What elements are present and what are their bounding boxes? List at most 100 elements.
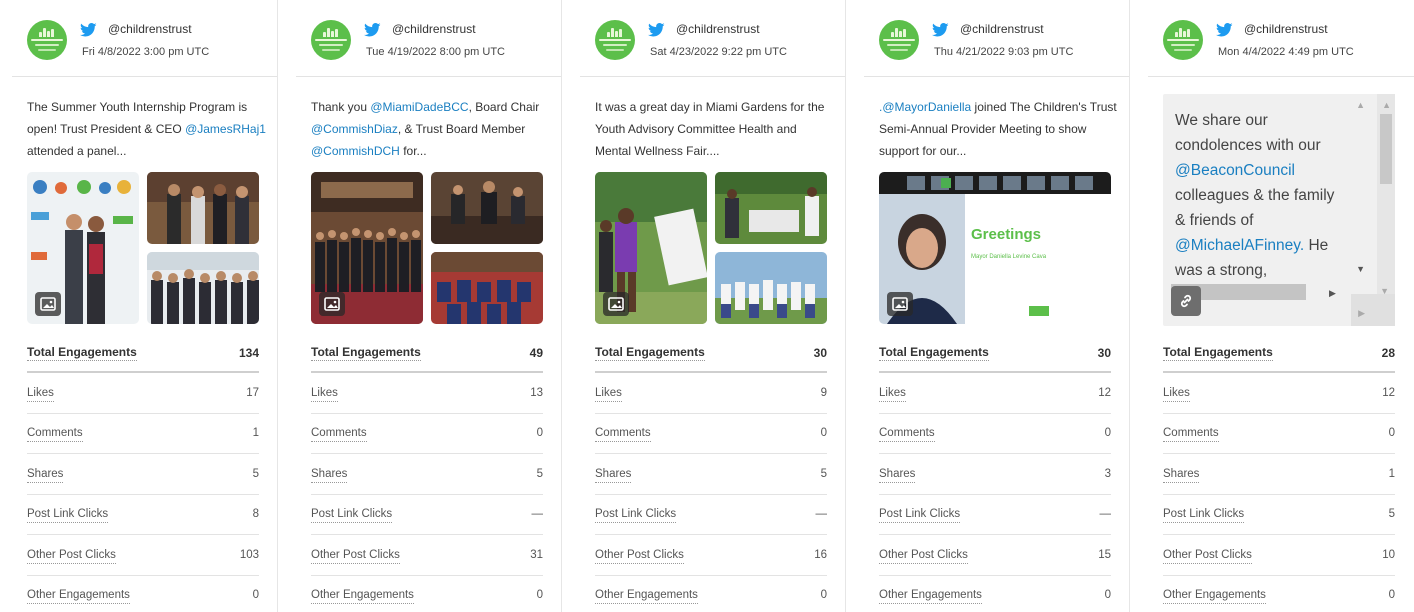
photo-audience[interactable] — [431, 252, 543, 324]
scroll-up-icon[interactable]: ▲ — [1382, 100, 1391, 110]
avatar[interactable] — [879, 20, 919, 60]
photo-video-call-slide[interactable]: Greetings Mayor Daniella Levine Cava — [879, 172, 1111, 324]
post-text: Thank you @MiamiDadeBCC, Board Chair @Co… — [311, 96, 551, 162]
metric-value: — — [531, 508, 544, 520]
metric-label[interactable]: Other Post Clicks — [1163, 549, 1252, 564]
metric-label[interactable]: Comments — [27, 427, 83, 442]
photo-wellness-fair[interactable] — [595, 172, 707, 324]
metric-label[interactable]: Post Link Clicks — [1163, 508, 1245, 523]
metric-label[interactable]: Likes — [311, 387, 338, 402]
scroll-thumb[interactable] — [1380, 114, 1392, 184]
metric-label[interactable]: Shares — [879, 468, 916, 483]
metric-row: Post Link Clicks 5 — [1163, 495, 1395, 535]
metric-label[interactable]: Shares — [27, 468, 64, 483]
metric-label[interactable]: Other Engagements — [311, 589, 414, 604]
account-handle[interactable]: @childrenstrust — [108, 22, 192, 36]
metric-row: Likes 12 — [1163, 374, 1395, 414]
metric-label[interactable]: Shares — [311, 468, 348, 483]
metric-label[interactable]: Total Engagements — [311, 346, 421, 361]
metric-value: 15 — [1098, 548, 1111, 561]
metric-label[interactable]: Post Link Clicks — [879, 508, 961, 523]
avatar[interactable] — [27, 20, 67, 60]
photo-group-panel[interactable] — [147, 252, 259, 324]
metric-label[interactable]: Likes — [27, 387, 54, 402]
mention-link[interactable]: .@MayorDaniella — [879, 100, 971, 114]
mention-link[interactable]: @BeaconCouncil — [1175, 162, 1295, 179]
metric-label[interactable]: Total Engagements — [1163, 346, 1273, 361]
post-date: Fri 4/8/2022 3:00 pm UTC — [82, 46, 210, 58]
photo-dais[interactable] — [431, 172, 543, 244]
post-card[interactable]: @childrenstrust Fri 4/8/2022 3:00 pm UTC… — [12, 0, 278, 612]
metric-label[interactable]: Total Engagements — [27, 346, 137, 361]
post-text-segment: colleagues & the family & friends of — [1175, 187, 1335, 229]
photo-fair-group[interactable] — [715, 252, 827, 324]
scroll-up-icon[interactable]: ▲ — [1356, 100, 1365, 110]
metric-value: 5 — [252, 467, 259, 480]
metric-label[interactable]: Comments — [879, 427, 935, 442]
metric-label[interactable]: Other Post Clicks — [879, 549, 968, 564]
link-icon[interactable] — [1171, 286, 1201, 316]
account-handle[interactable]: @childrenstrust — [1244, 22, 1328, 36]
metric-label[interactable]: Total Engagements — [595, 346, 705, 361]
account-handle[interactable]: @childrenstrust — [960, 22, 1044, 36]
metric-label[interactable]: Likes — [595, 387, 622, 402]
post-media[interactable]: Greetings Mayor Daniella Levine Cava — [879, 172, 1111, 324]
metric-label[interactable]: Shares — [595, 468, 632, 483]
twitter-icon — [364, 23, 381, 37]
vertical-scrollbar[interactable] — [1377, 94, 1395, 294]
metric-label[interactable]: Likes — [879, 387, 906, 402]
account-handle[interactable]: @childrenstrust — [676, 22, 760, 36]
metric-label[interactable]: Comments — [595, 427, 651, 442]
mention-link[interactable]: @MiamiDadeBCC — [370, 100, 468, 114]
metric-value: 3 — [1104, 467, 1111, 480]
post-header: @childrenstrust Sat 4/23/2022 9:22 pm UT… — [580, 0, 845, 77]
metric-label[interactable]: Comments — [311, 427, 367, 442]
metric-label[interactable]: Other Post Clicks — [27, 549, 116, 564]
post-media[interactable] — [27, 172, 259, 324]
post-card[interactable]: @childrenstrust Mon 4/4/2022 4:49 pm UTC… — [1148, 0, 1414, 612]
photo-commission-chamber[interactable] — [311, 172, 423, 324]
mention-link[interactable]: @CommishDiaz — [311, 122, 398, 136]
post-card[interactable]: @childrenstrust Thu 4/21/2022 9:03 pm UT… — [864, 0, 1130, 612]
photo-interns-backdrop[interactable] — [27, 172, 139, 324]
avatar[interactable] — [311, 20, 351, 60]
scroll-down-icon[interactable]: ▼ — [1356, 264, 1365, 274]
embed-text: We share our condolences with our @Beaco… — [1175, 108, 1345, 283]
metric-row: Total Engagements 28 — [1163, 333, 1395, 373]
post-header: @childrenstrust Mon 4/4/2022 4:49 pm UTC — [1148, 0, 1414, 77]
post-media[interactable] — [311, 172, 543, 324]
account-handle[interactable]: @childrenstrust — [392, 22, 476, 36]
metric-label[interactable]: Other Post Clicks — [311, 549, 400, 564]
metric-row: Likes 9 — [595, 374, 827, 414]
metric-label[interactable]: Post Link Clicks — [595, 508, 677, 523]
metric-label[interactable]: Comments — [1163, 427, 1219, 442]
metric-row: Other Post Clicks 16 — [595, 536, 827, 576]
metric-label[interactable]: Shares — [1163, 468, 1200, 483]
mention-link[interactable]: @CommishDCH — [311, 144, 400, 158]
post-card[interactable]: @childrenstrust Tue 4/19/2022 8:00 pm UT… — [296, 0, 562, 612]
mention-link[interactable]: @MichaelAFinney. — [1175, 237, 1304, 254]
metric-label[interactable]: Other Engagements — [1163, 589, 1266, 604]
metric-label[interactable]: Likes — [1163, 387, 1190, 402]
metric-label[interactable]: Other Engagements — [595, 589, 698, 604]
post-date: Thu 4/21/2022 9:03 pm UTC — [934, 46, 1074, 58]
avatar[interactable] — [595, 20, 635, 60]
scroll-down-icon[interactable]: ▼ — [1380, 286, 1389, 296]
metric-label[interactable]: Post Link Clicks — [27, 508, 109, 523]
scroll-right-icon[interactable]: ▶ — [1358, 308, 1365, 319]
metric-label[interactable]: Other Engagements — [879, 589, 982, 604]
image-icon — [603, 292, 629, 316]
photo-fair-table[interactable] — [715, 172, 827, 244]
metric-label[interactable]: Other Engagements — [27, 589, 130, 604]
avatar[interactable] — [1163, 20, 1203, 60]
metric-label[interactable]: Total Engagements — [879, 346, 989, 361]
metric-label[interactable]: Other Post Clicks — [595, 549, 684, 564]
metric-label[interactable]: Post Link Clicks — [311, 508, 393, 523]
post-card[interactable]: @childrenstrust Sat 4/23/2022 9:22 pm UT… — [580, 0, 846, 612]
photo-group-formal[interactable] — [147, 172, 259, 244]
mention-link[interactable]: @JamesRHaj1 — [185, 122, 266, 136]
text-embed[interactable]: We share our condolences with our @Beaco… — [1163, 94, 1395, 326]
scroll-right-icon[interactable]: ▶ — [1329, 288, 1336, 299]
post-media[interactable] — [595, 172, 827, 324]
metric-value: 0 — [536, 427, 543, 439]
